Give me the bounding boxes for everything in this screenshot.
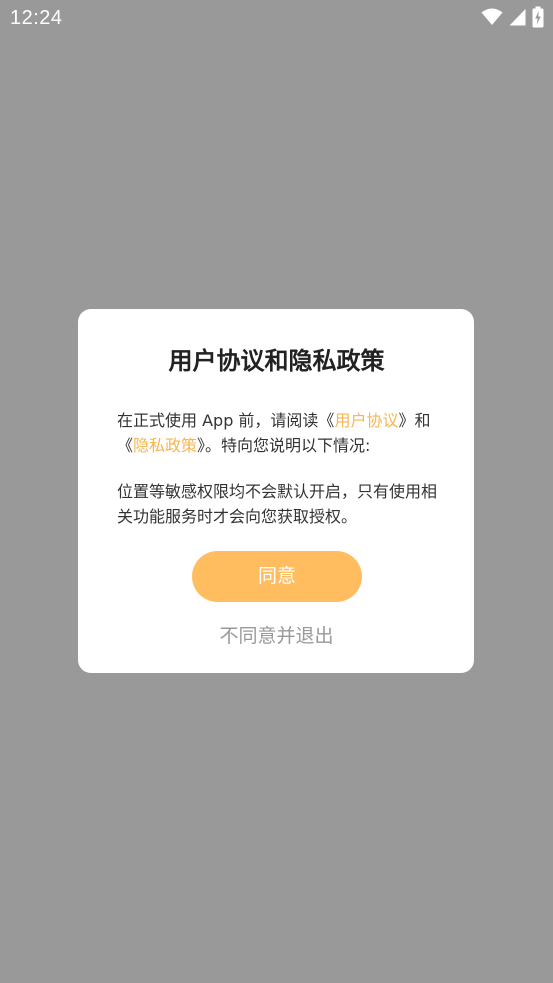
cell-signal-icon	[509, 8, 526, 30]
dialog-notice-text: 位置等敏感权限均不会默认开启，只有使用相关功能服务时才会向您获取授权。	[117, 482, 438, 526]
dialog-title: 用户协议和隐私政策	[168, 347, 385, 375]
disagree-exit-button[interactable]: 不同意并退出	[0, 622, 553, 650]
battery-charging-icon	[532, 6, 544, 32]
privacy-policy-link[interactable]: 隐私政策	[133, 436, 197, 455]
intro-text-part1: 在正式使用 App 前，请阅读《	[117, 411, 335, 430]
intro-text-part3: 》。特向您说明以下情况:	[197, 436, 371, 455]
user-agreement-link[interactable]: 用户协议	[334, 411, 398, 430]
wifi-icon	[481, 8, 503, 30]
status-icons	[481, 6, 544, 32]
status-time: 12:24	[10, 7, 63, 29]
agree-button[interactable]: 同意	[192, 551, 362, 602]
status-bar: 12:24	[0, 0, 553, 38]
dialog-intro-text: 在正式使用 App 前，请阅读《用户协议》和《隐私政策》。特向您说明以下情况:	[117, 408, 437, 458]
